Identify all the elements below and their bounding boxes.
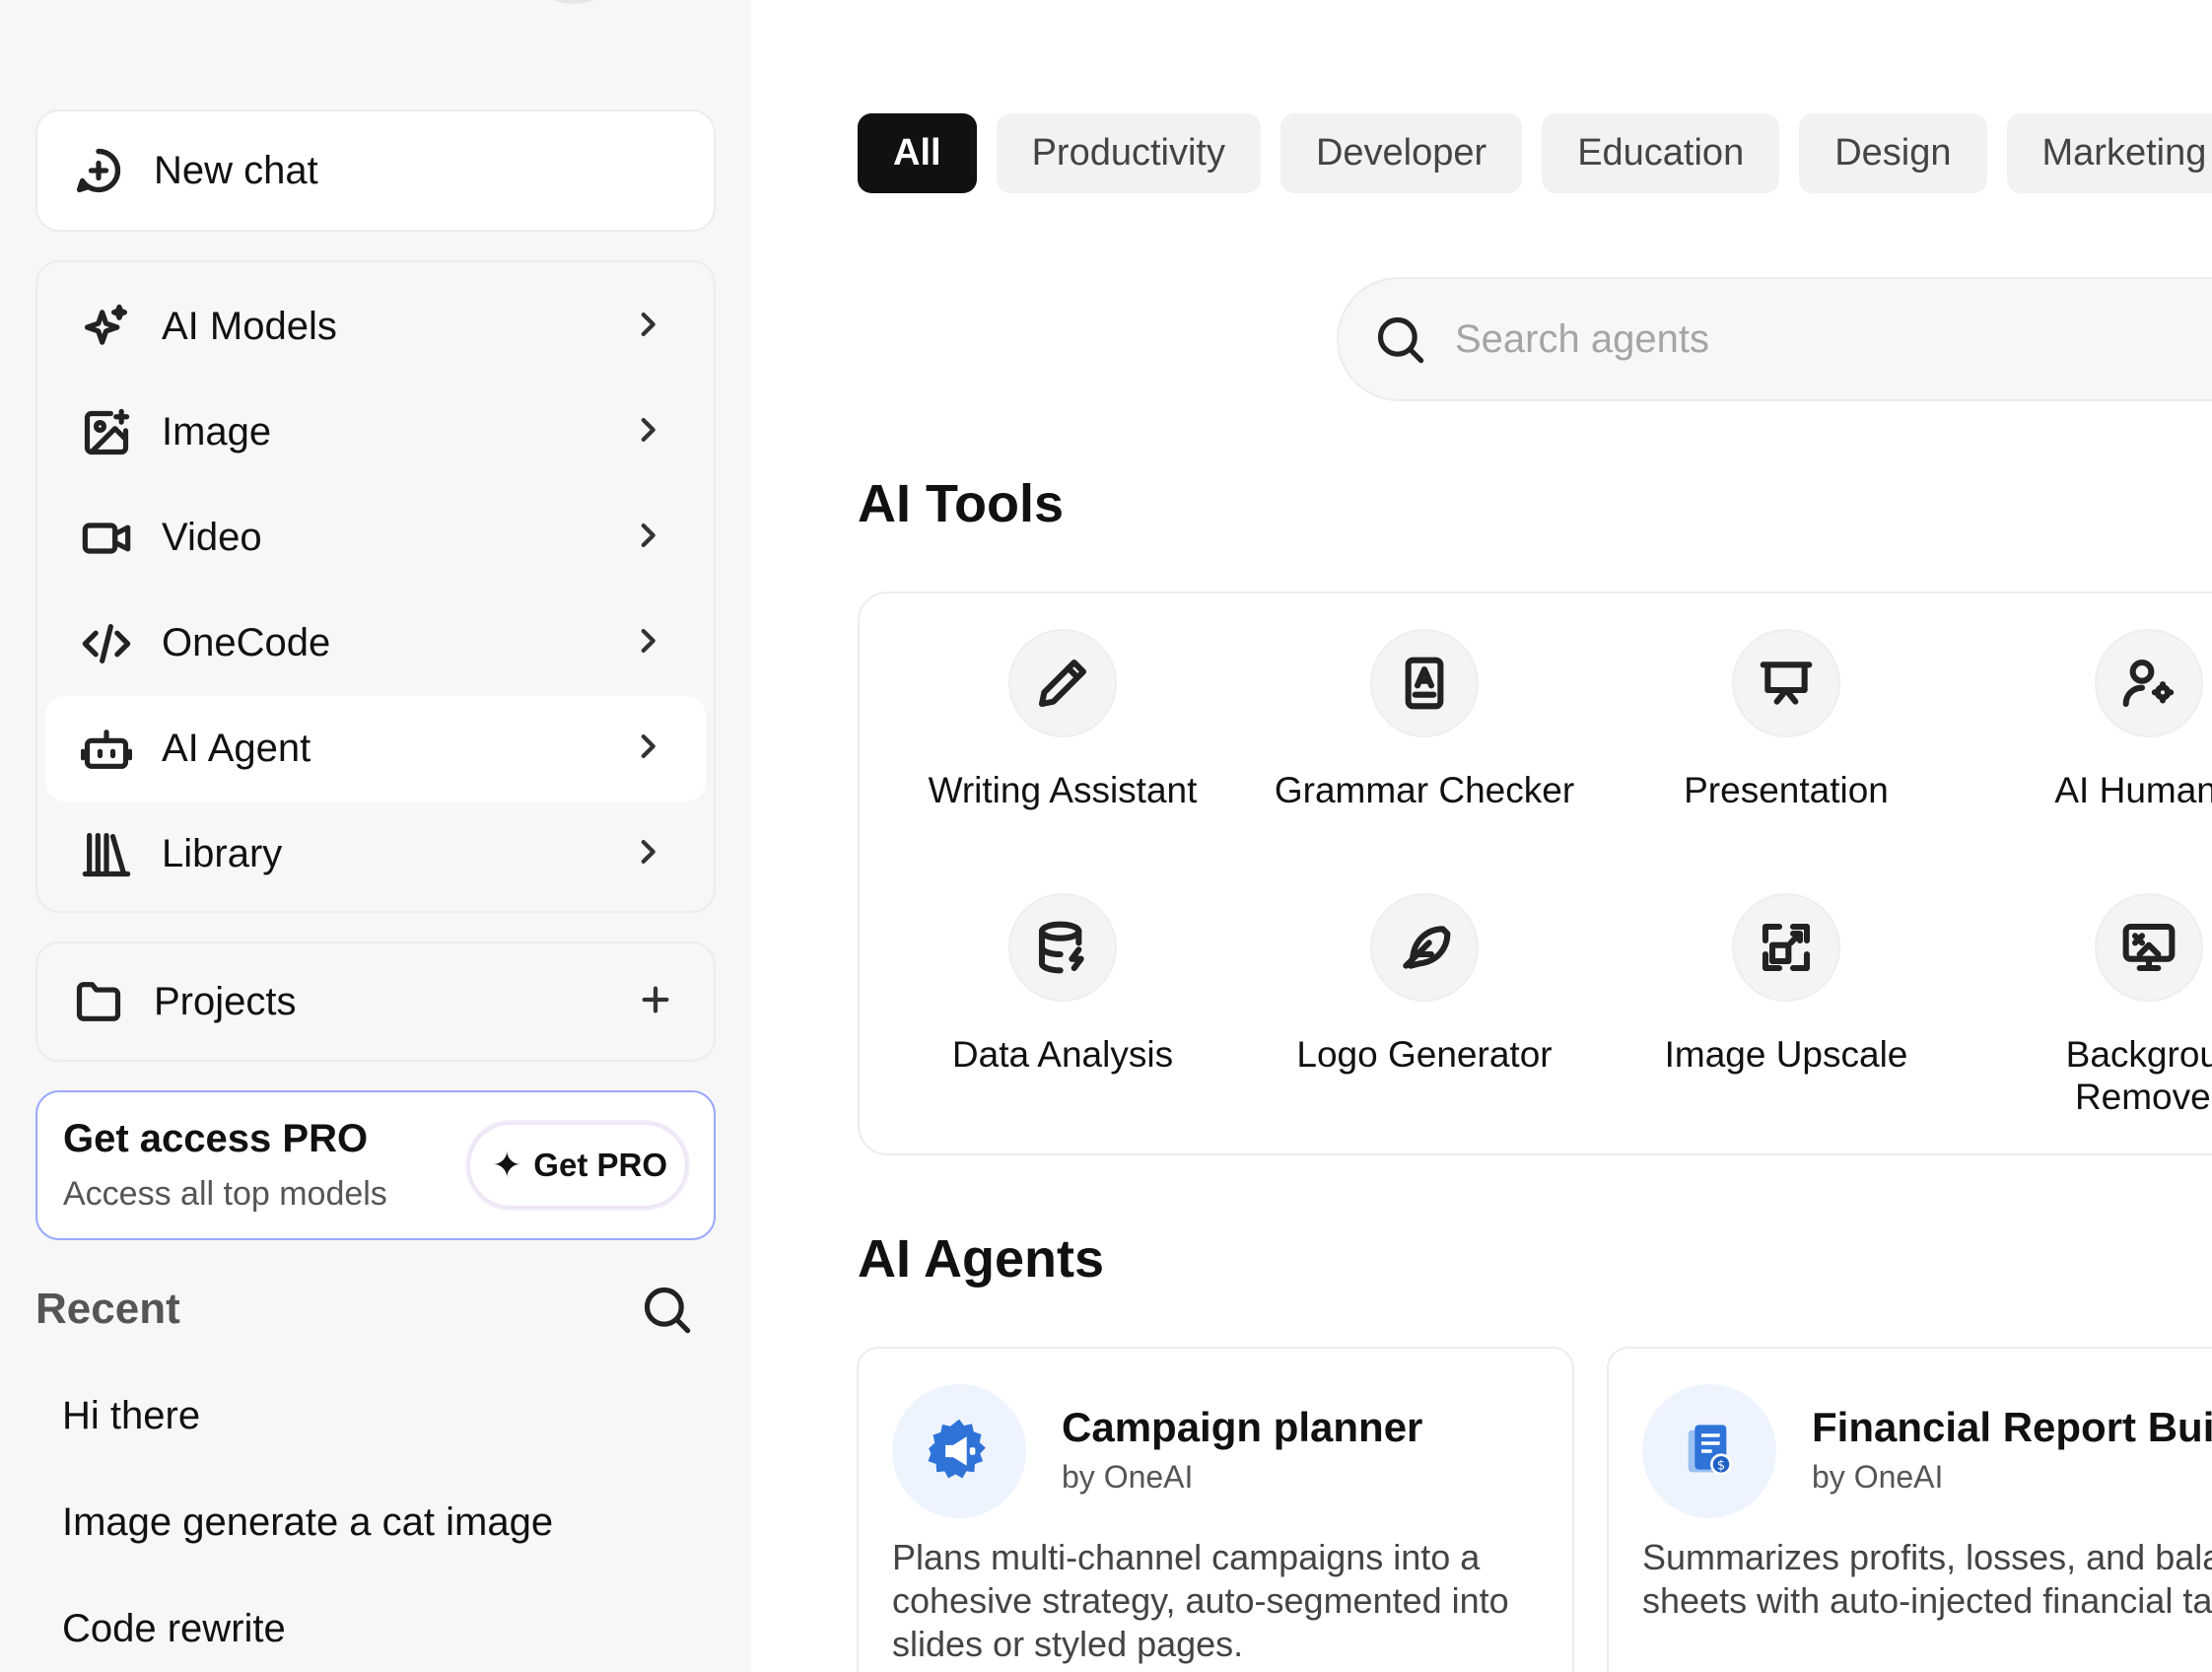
agent-card-campaign-planner[interactable]: Campaign planner by OneAI Plans multi-ch… xyxy=(857,1347,1574,1672)
projects-label: Projects xyxy=(154,979,297,1023)
tool-ai-humanizer[interactable]: AI Humaniz xyxy=(1981,629,2212,811)
image-icon xyxy=(81,407,132,458)
ai-agents-title: AI Agents xyxy=(858,1229,1105,1289)
pro-subtitle: Access all top models xyxy=(63,1175,387,1213)
tool-label: Writing Assistant xyxy=(928,770,1198,810)
nav-item-onecode[interactable]: OneCode xyxy=(45,591,706,696)
tool-label: Logo Generator xyxy=(1296,1034,1553,1075)
folder-icon xyxy=(73,976,124,1027)
agent-description: Plans multi-channel campaigns into a coh… xyxy=(892,1537,1509,1664)
sparkle-icon xyxy=(81,302,132,353)
add-project-button[interactable] xyxy=(639,983,672,1021)
main-content: All Productivity Developer Education Des… xyxy=(751,0,2212,1672)
agent-author: by OneAI xyxy=(1812,1459,1944,1495)
nav-item-label: Video xyxy=(162,516,262,559)
finance-document-icon: $ xyxy=(1642,1384,1776,1518)
upscale-icon xyxy=(1762,923,1811,972)
svg-text:$: $ xyxy=(1717,1459,1725,1474)
tool-data-analysis[interactable]: Data Analysis xyxy=(895,893,1230,1076)
nav-item-video[interactable]: Video xyxy=(45,485,706,591)
tool-label: Backgrour Remover xyxy=(2065,1034,2212,1117)
chat-plus-icon xyxy=(73,145,124,196)
search-input[interactable] xyxy=(1455,316,2046,362)
database-icon xyxy=(1038,921,1084,974)
agent-card-financial-report-builder[interactable]: $ Financial Report Build by OneAI Summar… xyxy=(1607,1347,2212,1672)
tool-label: Data Analysis xyxy=(951,1034,1174,1075)
tab-education[interactable]: Education xyxy=(1542,113,1780,193)
category-tabs: All Productivity Developer Education Des… xyxy=(858,113,2212,193)
pro-title: Get access PRO xyxy=(63,1117,369,1160)
grammar-book-icon xyxy=(1405,657,1444,710)
chevron-right-icon xyxy=(631,413,664,452)
chevron-right-icon xyxy=(631,519,664,557)
avatar[interactable] xyxy=(532,0,615,4)
agent-author: by OneAI xyxy=(1062,1459,1194,1495)
nav-menu: AI Models Image Video OneCode AI Agent L… xyxy=(35,260,716,913)
nav-item-label: Library xyxy=(162,832,283,875)
tool-label: Image Upscale xyxy=(1664,1034,1908,1075)
tool-grammar-checker[interactable]: Grammar Checker xyxy=(1257,629,1592,811)
tab-design[interactable]: Design xyxy=(1799,113,1987,193)
new-chat-button[interactable]: New chat xyxy=(35,109,716,232)
recent-chat-item[interactable]: Hi there xyxy=(62,1394,200,1438)
presentation-icon xyxy=(1760,662,1813,705)
agent-name: Financial Report Build xyxy=(1812,1404,2212,1450)
nav-item-image[interactable]: Image xyxy=(45,380,706,485)
tool-label: AI Humaniz xyxy=(2054,770,2212,810)
library-icon xyxy=(81,829,132,880)
chevron-right-icon xyxy=(631,624,664,662)
sidebar: New chat AI Models Image Video OneCode A… xyxy=(0,0,751,1672)
recent-header: Recent xyxy=(35,1284,716,1335)
chevron-right-icon xyxy=(631,308,664,346)
tool-presentation[interactable]: Presentation xyxy=(1619,629,1954,811)
nav-item-label: Image xyxy=(162,410,272,453)
get-pro-label: Get PRO xyxy=(533,1147,667,1183)
recent-title: Recent xyxy=(35,1285,180,1333)
agent-name: Campaign planner xyxy=(1062,1404,1423,1450)
nav-item-ai-agent[interactable]: AI Agent xyxy=(45,696,706,801)
chevron-right-icon xyxy=(631,730,664,768)
search-icon[interactable] xyxy=(641,1284,692,1335)
tab-productivity[interactable]: Productivity xyxy=(996,113,1261,193)
chevron-right-icon xyxy=(631,835,664,873)
search-icon xyxy=(1374,314,1425,365)
pencil-icon xyxy=(1038,659,1087,708)
get-pro-button[interactable]: ✦ Get PRO xyxy=(467,1122,688,1209)
code-icon xyxy=(81,618,132,669)
robot-icon xyxy=(81,724,132,775)
megaphone-gear-icon xyxy=(892,1384,1026,1518)
search-bar xyxy=(1337,277,2212,401)
video-icon xyxy=(81,513,132,564)
tool-image-upscale[interactable]: Image Upscale xyxy=(1619,893,1954,1076)
recent-chat-item[interactable]: Code rewrite xyxy=(62,1607,286,1651)
tool-label: Presentation xyxy=(1684,770,1889,810)
sparkle-icon: ✦ xyxy=(492,1145,522,1185)
nav-item-library[interactable]: Library xyxy=(45,801,706,907)
recent-chat-item[interactable]: Image generate a cat image xyxy=(62,1500,553,1545)
nav-item-label: AI Agent xyxy=(162,727,311,770)
tab-developer[interactable]: Developer xyxy=(1279,113,1523,193)
tool-background-remover[interactable]: Backgrour Remover xyxy=(1981,893,2212,1118)
pro-promo-card: Get access PRO Access all top models ✦ G… xyxy=(35,1090,716,1240)
tab-all[interactable]: All xyxy=(858,113,977,193)
projects-section[interactable]: Projects xyxy=(35,941,716,1062)
nav-item-label: OneCode xyxy=(162,621,331,664)
tool-label: Grammar Checker xyxy=(1274,770,1575,810)
nav-item-ai-models[interactable]: AI Models xyxy=(45,274,706,380)
tool-writing-assistant[interactable]: Writing Assistant xyxy=(895,629,1230,811)
new-chat-label: New chat xyxy=(154,148,318,192)
ai-tools-panel: Writing Assistant Grammar Checker Presen… xyxy=(858,592,2212,1155)
tool-logo-generator[interactable]: Logo Generator xyxy=(1257,893,1592,1076)
background-remover-icon xyxy=(2122,923,2176,972)
ai-tools-title: AI Tools xyxy=(858,474,1064,533)
tab-marketing[interactable]: Marketing xyxy=(2006,113,2212,193)
user-gear-icon xyxy=(2122,659,2175,708)
agent-description: Summarizes profits, losses, and bala she… xyxy=(1642,1537,2212,1621)
nav-item-label: AI Models xyxy=(162,305,337,348)
feather-icon xyxy=(1403,926,1451,969)
plus-icon xyxy=(642,986,669,1012)
